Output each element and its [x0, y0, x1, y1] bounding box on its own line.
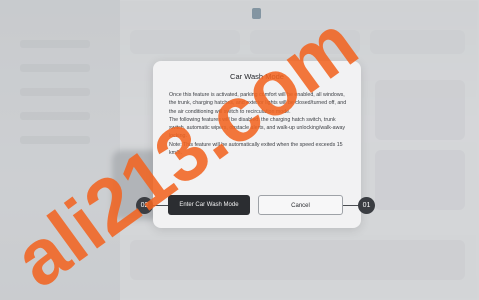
callout-marker-01: 01 — [358, 197, 375, 214]
dialog-paragraph-disabled-features: The following features will be disabled:… — [169, 116, 346, 140]
dialog-body: Once this feature is activated, parking … — [169, 91, 349, 157]
cancel-button[interactable]: Cancel — [258, 195, 343, 215]
dialog-paragraph-note: Note: This feature will be automatically… — [169, 141, 343, 157]
car-wash-mode-dialog: Car Wash Mode Once this feature is activ… — [153, 61, 361, 228]
enter-car-wash-mode-button[interactable]: Enter Car Wash Mode — [168, 195, 250, 215]
callout-line-left — [151, 205, 168, 206]
dialog-title: Car Wash Mode — [230, 72, 284, 81]
dialog-paragraph-activation: Once this feature is activated, parking … — [169, 92, 347, 115]
callout-marker-02: 02 — [136, 197, 153, 214]
